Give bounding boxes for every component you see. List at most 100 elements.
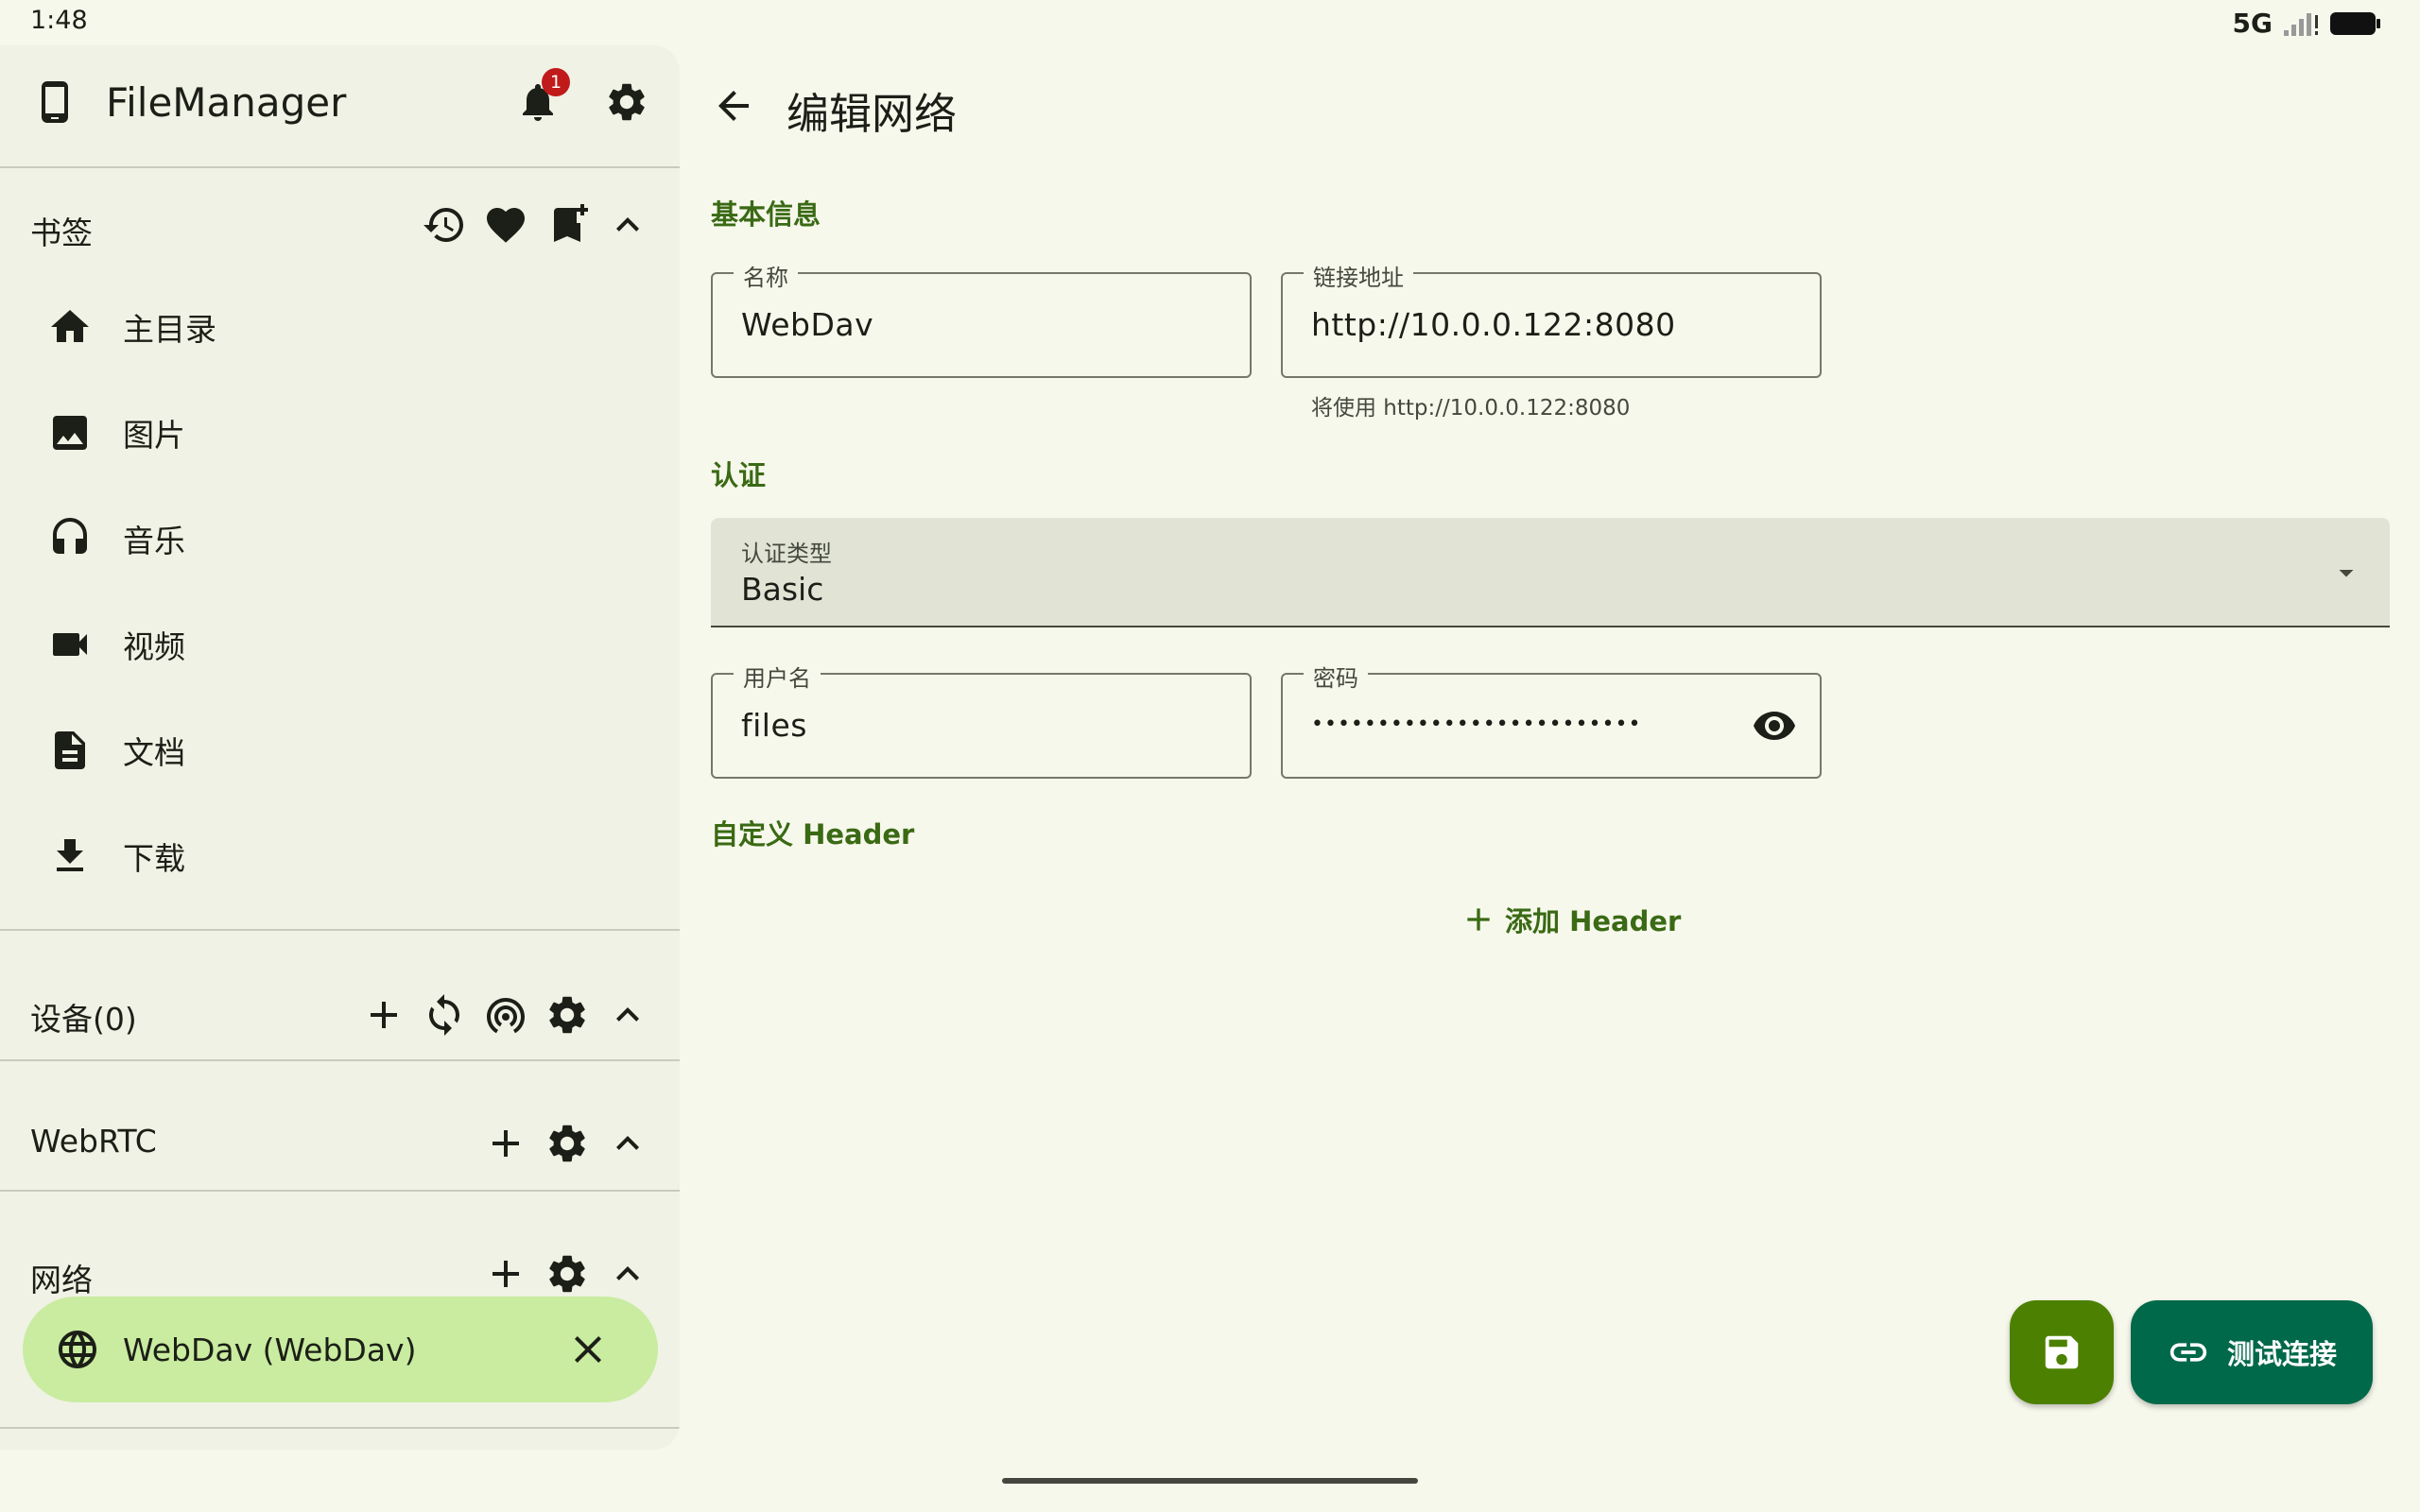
gesture-home-bar[interactable] [1002, 1478, 1418, 1484]
url-helper-text: 将使用 http://10.0.0.122:8080 [1311, 396, 1631, 421]
sidebar-item-label: WebDav (WebDav) [123, 1331, 417, 1368]
sidebar-item-label: 图片 [123, 417, 185, 454]
link-icon [2169, 1343, 2207, 1362]
videocam-icon [53, 633, 87, 656]
plus-icon [371, 1002, 397, 1028]
network-settings-button[interactable] [544, 1251, 590, 1297]
network-type: 5G [2232, 8, 2273, 39]
chevron-up-icon [616, 1136, 639, 1150]
sidebar-item-webdav[interactable]: WebDav (WebDav) [23, 1297, 658, 1402]
sidebar-item-label: 文档 [123, 734, 185, 771]
chevron-up-icon [616, 217, 639, 232]
favorites-button[interactable] [483, 202, 528, 248]
password-field[interactable]: 密码 ••••••••••••••••••••••••• [1281, 660, 1822, 779]
auth-type-label: 认证类型 [741, 541, 832, 567]
sidebar-item-videos[interactable]: 视频 [47, 602, 614, 687]
test-connection-label: 测试连接 [2226, 1338, 2337, 1370]
gear-icon [549, 1125, 585, 1162]
device-settings-button[interactable] [544, 992, 590, 1038]
divider [0, 929, 680, 931]
gear-icon [609, 83, 645, 121]
eye-icon [1754, 712, 1795, 740]
sidebar-item-label: 主目录 [123, 311, 216, 348]
username-field-label: 用户名 [734, 660, 821, 693]
save-button[interactable] [2010, 1300, 2114, 1404]
download-icon [57, 839, 83, 871]
chevron-up-icon [616, 1007, 639, 1022]
auth-section-title: 认证 [711, 459, 767, 491]
add-webrtc-button[interactable] [483, 1121, 528, 1166]
refresh-devices-button[interactable] [422, 992, 467, 1038]
auth-type-value: Basic [741, 571, 824, 608]
heart-icon [487, 208, 525, 243]
phone-icon [32, 79, 78, 125]
auth-type-dropdown[interactable]: 认证类型 Basic [711, 518, 2390, 627]
broadcast-button[interactable] [483, 992, 528, 1038]
status-indicators: 5G [2233, 8, 2382, 39]
test-connection-button[interactable]: 测试连接 [2131, 1300, 2373, 1404]
bookmark-add-icon [554, 204, 588, 242]
collapse-network-button[interactable] [605, 1251, 650, 1297]
add-network-button[interactable] [483, 1251, 528, 1297]
close-icon [575, 1336, 601, 1363]
home-icon [51, 310, 89, 342]
sidebar-item-images[interactable]: 图片 [47, 390, 614, 475]
divider [0, 1427, 680, 1429]
bookmarks-section-title: 书签 [30, 215, 93, 251]
plus-icon [1467, 908, 1490, 931]
name-field-label: 名称 [734, 259, 798, 292]
url-field[interactable]: 链接地址 http://10.0.0.122:8080 [1281, 259, 1822, 378]
custom-header-section-title: 自定义 Header [711, 818, 915, 850]
history-button[interactable] [422, 202, 467, 248]
signal-icon [2284, 12, 2318, 36]
sync-icon [429, 994, 459, 1036]
save-icon [2045, 1335, 2079, 1369]
sidebar-item-home[interactable]: 主目录 [47, 284, 614, 369]
page-title: 编辑网络 [786, 89, 958, 139]
sidebar-item-documents[interactable]: 文档 [47, 708, 614, 793]
toggle-password-visibility-button[interactable] [1752, 703, 1797, 748]
divider [0, 166, 680, 168]
add-header-label: 添加 Header [1505, 905, 1682, 937]
collapse-devices-button[interactable] [605, 992, 650, 1038]
chevron-up-icon [616, 1266, 639, 1280]
url-field-value: http://10.0.0.122:8080 [1311, 306, 1676, 343]
name-field[interactable]: 名称 WebDav [711, 259, 1252, 378]
sidebar-item-music[interactable]: 音乐 [47, 496, 614, 581]
network-section-title: 网络 [30, 1262, 93, 1298]
notification-badge: 1 [542, 68, 570, 96]
sidebar-item-label: 下载 [123, 840, 185, 877]
navigation-drawer: FileManager 1 书签 主目录 图片 音乐 视频 文档 下载 设备(0… [0, 45, 680, 1450]
add-device-button[interactable] [361, 992, 406, 1038]
sidebar-item-label: 视频 [123, 628, 185, 665]
add-bookmark-button[interactable] [544, 202, 590, 248]
arrow-back-icon [718, 91, 749, 121]
username-field[interactable]: 用户名 files [711, 660, 1252, 779]
webrtc-section-title: WebRTC [30, 1123, 157, 1160]
username-field-value: files [741, 707, 807, 744]
battery-icon [2330, 11, 2380, 35]
back-button[interactable] [711, 83, 756, 129]
notifications-button[interactable]: 1 [515, 68, 570, 125]
settings-button[interactable] [604, 79, 649, 125]
password-field-value: ••••••••••••••••••••••••• [1311, 713, 1642, 736]
add-header-button[interactable]: 添加 Header [1460, 900, 1681, 939]
plus-icon [493, 1261, 519, 1287]
document-icon [55, 731, 85, 769]
sidebar-item-downloads[interactable]: 下载 [47, 814, 614, 899]
gear-icon [549, 1255, 585, 1293]
remove-network-button[interactable] [565, 1327, 611, 1372]
url-field-label: 链接地址 [1304, 259, 1413, 292]
webrtc-settings-button[interactable] [544, 1121, 590, 1166]
divider [0, 1059, 680, 1061]
plus-icon [493, 1130, 519, 1157]
collapse-webrtc-button[interactable] [605, 1121, 650, 1166]
collapse-bookmarks-button[interactable] [605, 202, 650, 248]
basic-info-section-title: 基本信息 [711, 198, 821, 231]
status-time: 1:48 [30, 6, 88, 35]
headphones-icon [53, 518, 87, 554]
sidebar-item-label: 音乐 [123, 523, 185, 559]
divider [0, 1190, 680, 1192]
app-title: FileManager [106, 79, 347, 126]
password-field-label: 密码 [1304, 660, 1368, 693]
